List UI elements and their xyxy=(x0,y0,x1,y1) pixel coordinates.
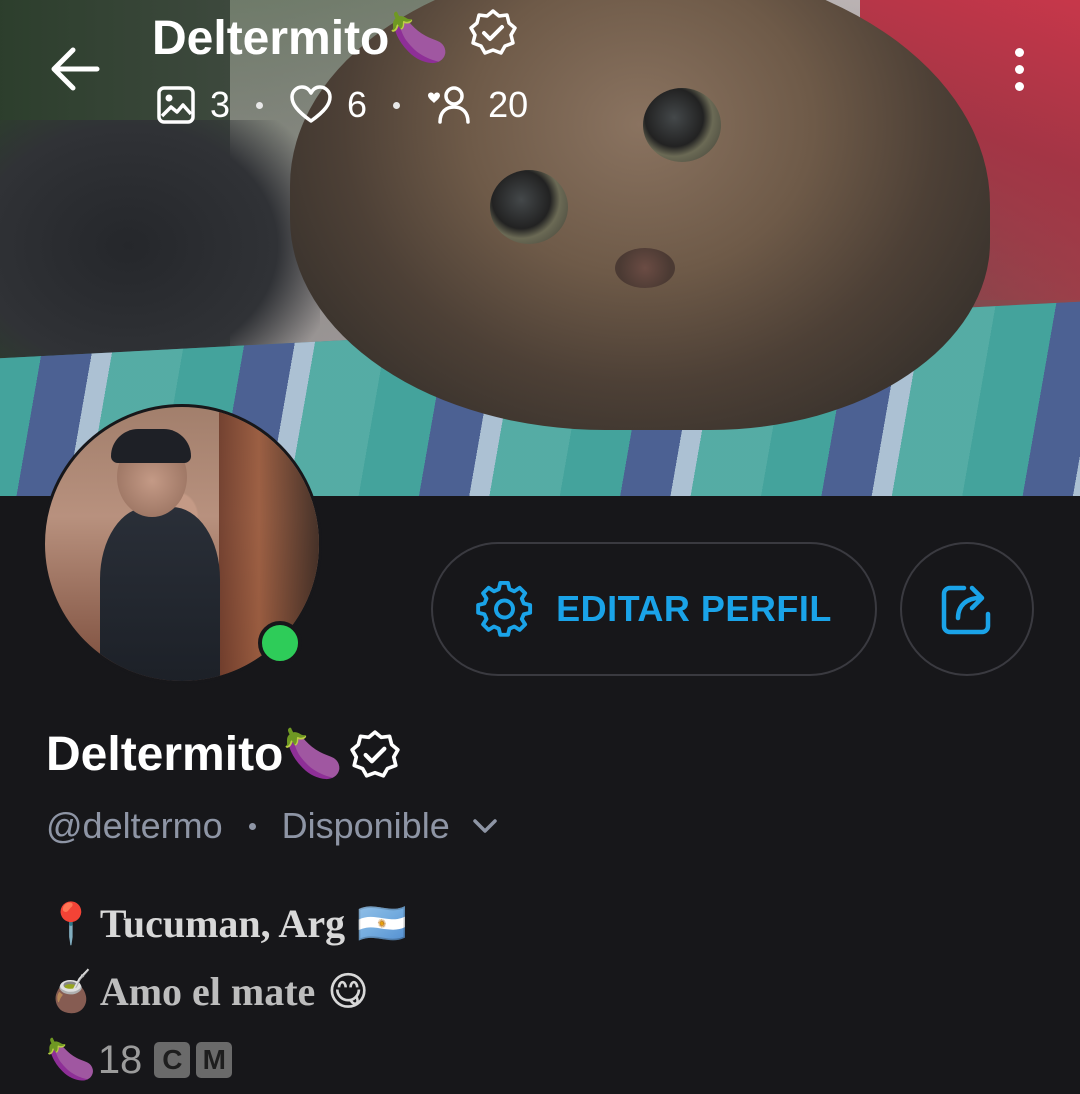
image-icon xyxy=(157,86,195,124)
profile-handle: @deltermo xyxy=(46,805,223,846)
stats-separator xyxy=(256,101,264,109)
stat-posts-count: 3 xyxy=(210,84,231,125)
bio-line-mate: 🧉 Amo el mate 😋 xyxy=(46,958,407,1026)
avatar-shirt xyxy=(100,507,220,681)
bio-mate-text: Amo el mate xyxy=(99,969,316,1014)
mate-emoji: 🧉 xyxy=(46,969,96,1015)
stat-likes[interactable]: 6 xyxy=(289,84,367,126)
more-options-button[interactable] xyxy=(1000,40,1038,98)
stat-posts[interactable]: 3 xyxy=(156,84,230,126)
verified-badge-icon xyxy=(350,730,400,778)
stat-followers-count: 20 xyxy=(488,84,529,125)
letter-c-box: C xyxy=(154,1042,191,1078)
online-status-indicator xyxy=(258,621,302,665)
letter-m-box: M xyxy=(196,1042,233,1078)
kitten-eye-right xyxy=(643,88,721,162)
kitten-nose xyxy=(615,248,675,288)
avatar-cap xyxy=(111,429,191,463)
availability-status[interactable]: Disponible xyxy=(282,805,450,847)
stats-separator xyxy=(393,101,401,109)
pin-emoji: 📍 xyxy=(46,901,96,947)
edit-profile-button[interactable]: EDITAR PERFIL xyxy=(431,542,877,676)
followers-icon xyxy=(428,86,470,124)
status-dropdown[interactable] xyxy=(472,817,498,835)
back-button[interactable] xyxy=(46,40,104,98)
header-title: Deltermito🍆 xyxy=(152,8,518,69)
bio-location-text: Tucuman, Arg xyxy=(99,901,346,946)
stat-likes-count: 6 xyxy=(347,84,368,125)
eggplant-emoji: 🍆 xyxy=(46,1037,96,1083)
argentina-flag-emoji: 🇦🇷 xyxy=(357,901,407,947)
heart-icon xyxy=(290,85,332,123)
profile-stats: 3 6 20 xyxy=(156,82,528,128)
verified-badge-icon xyxy=(469,9,518,55)
share-profile-button[interactable] xyxy=(900,542,1034,676)
edit-profile-label: EDITAR PERFIL xyxy=(556,588,832,629)
profile-bio: 📍 Tucuman, Arg 🇦🇷 🧉 Amo el mate 😋 🍆 18 C… xyxy=(46,890,407,1094)
share-icon xyxy=(941,585,991,635)
more-vertical-icon xyxy=(1014,47,1024,91)
handle-status-row: @deltermo Disponible xyxy=(46,800,498,852)
yum-face-emoji: 😋 xyxy=(327,969,369,1015)
bio-number: 18 xyxy=(97,1038,143,1082)
handle-separator xyxy=(248,822,256,830)
display-name-text: Deltermito🍆 xyxy=(46,728,344,781)
chevron-down-icon xyxy=(472,819,497,833)
profile-display-name: Deltermito🍆 xyxy=(46,724,401,786)
stat-followers[interactable]: 20 xyxy=(426,84,528,126)
bio-line-size: 🍆 18 C M xyxy=(46,1026,407,1094)
gear-icon xyxy=(476,580,533,637)
kitten-eye-left xyxy=(490,170,568,244)
arrow-left-icon xyxy=(51,47,100,91)
header-title-text: Deltermito🍆 xyxy=(152,12,450,65)
bio-line-location: 📍 Tucuman, Arg 🇦🇷 xyxy=(46,890,407,958)
